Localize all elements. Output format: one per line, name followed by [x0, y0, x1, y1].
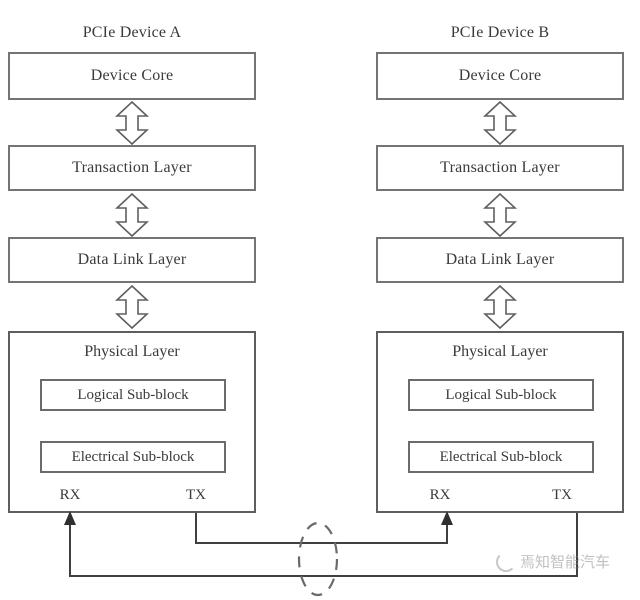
device-a-physical-layer-box[interactable]: Physical Layer Logical Sub-block Electri… [8, 331, 256, 513]
device-b-logical-sub-block-label: Logical Sub-block [445, 386, 557, 403]
device-a-arrow-datalink-to-physical [116, 285, 148, 329]
circular-brand-mark-icon [496, 551, 516, 572]
crossover-highlight-ellipse [297, 521, 339, 597]
device-b-data-link-layer-box[interactable]: Data Link Layer [376, 237, 624, 283]
device-b-tx-port-label: TX [552, 487, 572, 503]
pcie-stack-diagram: PCIe Device A Device Core Transaction La… [0, 0, 640, 600]
device-b-arrow-datalink-to-physical [484, 285, 516, 329]
device-b-logical-sub-block[interactable]: Logical Sub-block [408, 379, 594, 411]
device-b-device-core-label: Device Core [458, 67, 542, 84]
link-tx-a-to-rx-b [195, 511, 453, 544]
device-b-data-link-layer-label: Data Link Layer [445, 251, 555, 268]
watermark: 焉知智能汽车 [496, 551, 610, 572]
device-b-title: PCIe Device B [450, 24, 550, 41]
device-a-electrical-sub-block-label: Electrical Sub-block [71, 448, 195, 465]
link-arrowhead-rx-b [441, 511, 453, 525]
device-b-electrical-sub-block-label: Electrical Sub-block [439, 448, 563, 465]
link-arrowhead-rx-a [64, 511, 76, 525]
watermark-text: 焉知智能汽车 [520, 553, 611, 571]
device-a-tx-port-label: TX [186, 487, 206, 503]
device-a-logical-sub-block-label: Logical Sub-block [77, 386, 189, 403]
device-a-device-core-label: Device Core [90, 67, 174, 84]
device-b-arrow-transaction-to-datalink [484, 193, 516, 237]
device-b-electrical-sub-block[interactable]: Electrical Sub-block [408, 441, 594, 473]
device-a-physical-layer-title: Physical Layer [84, 343, 180, 360]
device-a-electrical-sub-block[interactable]: Electrical Sub-block [40, 441, 226, 473]
device-a-rx-port-label: RX [59, 487, 81, 503]
device-b-transaction-layer-box[interactable]: Transaction Layer [376, 145, 624, 191]
device-a-arrow-transaction-to-datalink [116, 193, 148, 237]
device-b-physical-layer-title: Physical Layer [452, 343, 548, 360]
device-a-data-link-layer-box[interactable]: Data Link Layer [8, 237, 256, 283]
device-a-data-link-layer-label: Data Link Layer [77, 251, 187, 268]
device-a-title: PCIe Device A [82, 24, 182, 41]
device-a-logical-sub-block[interactable]: Logical Sub-block [40, 379, 226, 411]
device-a-arrow-core-to-transaction [116, 101, 148, 145]
device-b-transaction-layer-label: Transaction Layer [440, 159, 560, 176]
device-a-device-core-box[interactable]: Device Core [8, 52, 256, 100]
device-b-arrow-core-to-transaction [484, 101, 516, 145]
device-b-rx-port-label: RX [429, 487, 451, 503]
device-b-device-core-box[interactable]: Device Core [376, 52, 624, 100]
device-b-physical-layer-box[interactable]: Physical Layer Logical Sub-block Electri… [376, 331, 624, 513]
device-a-transaction-layer-box[interactable]: Transaction Layer [8, 145, 256, 191]
device-a-transaction-layer-label: Transaction Layer [72, 159, 192, 176]
